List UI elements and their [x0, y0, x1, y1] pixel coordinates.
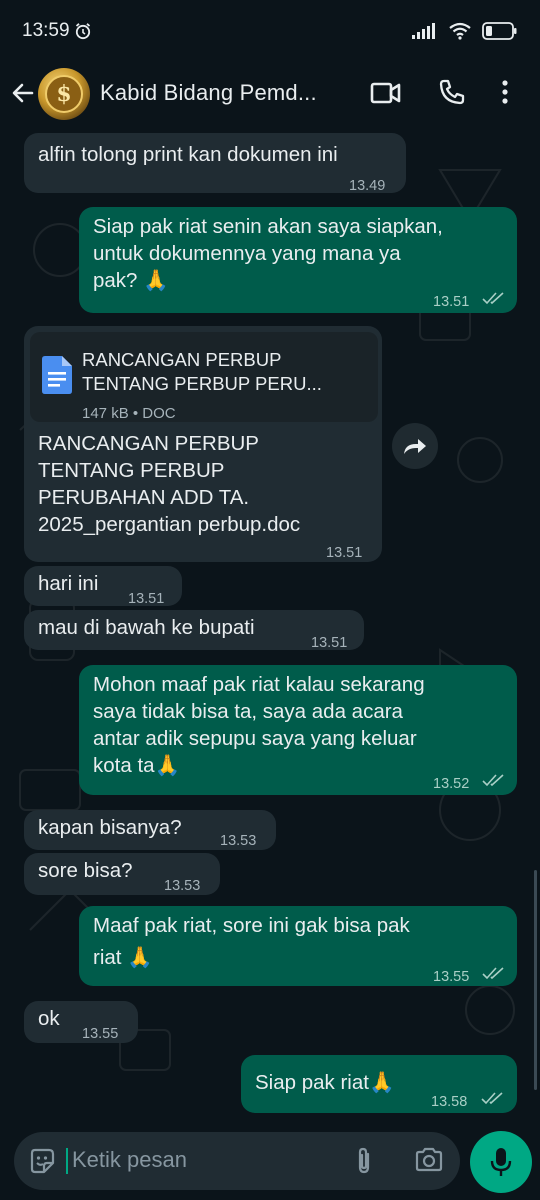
back-arrow-icon[interactable]	[10, 80, 36, 106]
message-bubble-incoming[interactable]: sore bisa? 13.53	[24, 853, 220, 895]
scrollbar[interactable]	[534, 870, 537, 1090]
message-time: 13.53	[220, 833, 257, 849]
message-text-line: Maaf pak riat, sore ini gak bisa pak	[93, 914, 410, 937]
camera-icon[interactable]	[414, 1147, 444, 1173]
document-caption-line: PERUBAHAN ADD TA.	[38, 486, 250, 509]
phone-icon[interactable]	[438, 78, 466, 106]
message-bubble-outgoing[interactable]: Siap pak riat🙏 13.58	[241, 1055, 517, 1113]
message-text: mau di bawah ke bupati	[38, 616, 255, 639]
compose-bar: Ketik pesan	[0, 1120, 540, 1200]
message-text-line: pak? 🙏	[93, 269, 169, 292]
message-input[interactable]: Ketik pesan	[14, 1132, 460, 1190]
message-text: ok	[38, 1007, 60, 1030]
message-text-line: Mohon maaf pak riat kalau sekarang	[93, 673, 425, 696]
message-time: 13.52	[433, 776, 470, 792]
double-check-icon	[482, 967, 504, 980]
signal-icon	[412, 23, 435, 39]
message-text-line: kota ta🙏	[93, 754, 181, 777]
alarm-icon	[75, 23, 91, 40]
document-caption-line: 2025_pergantian perbup.doc	[38, 513, 301, 536]
double-check-icon	[482, 774, 504, 787]
voice-message-button[interactable]	[470, 1131, 532, 1193]
document-icon	[42, 356, 72, 394]
battery-icon	[482, 22, 517, 40]
message-input-placeholder: Ketik pesan	[72, 1147, 187, 1172]
forward-button[interactable]	[392, 423, 438, 469]
message-time: 13.55	[82, 1026, 119, 1042]
status-bar: 13:59	[0, 0, 540, 62]
message-bubble-incoming[interactable]: ok 13.55	[24, 1001, 138, 1043]
document-title-line: TENTANG PERBUP PERU...	[82, 373, 322, 394]
message-text: kapan bisanya?	[38, 816, 182, 839]
more-options-icon[interactable]	[500, 78, 510, 106]
status-time: 13:59	[22, 20, 70, 41]
message-time: 13.55	[433, 969, 470, 985]
message-list[interactable]: alfin tolong print kan dokumen ini 13.49…	[0, 130, 540, 1120]
message-bubble-incoming[interactable]: mau di bawah ke bupati 13.51	[24, 610, 364, 651]
message-text-line: antar adik sepupu saya yang keluar	[93, 727, 417, 750]
contact-avatar[interactable]: $	[38, 68, 90, 120]
wifi-icon	[449, 22, 471, 40]
message-bubble-outgoing[interactable]: Mohon maaf pak riat kalau sekarang saya …	[79, 665, 517, 795]
document-title-line: RANCANGAN PERBUP	[82, 349, 282, 370]
message-bubble-incoming[interactable]: hari ini 13.51	[24, 566, 182, 607]
document-card[interactable]: RANCANGAN PERBUP TENTANG PERBUP PERU... …	[30, 332, 378, 422]
message-text: Siap pak riat🙏	[255, 1071, 395, 1094]
document-caption-line: TENTANG PERBUP	[38, 459, 225, 482]
message-time: 13.51	[311, 635, 348, 651]
message-text: alfin tolong print kan dokumen ini	[38, 143, 338, 166]
message-text: sore bisa?	[38, 859, 133, 882]
message-text-line: riat 🙏	[93, 946, 153, 969]
mic-icon	[490, 1148, 512, 1176]
message-bubble-incoming[interactable]: alfin tolong print kan dokumen ini 13.49	[24, 133, 406, 194]
contact-name[interactable]: Kabid Bidang Pemd...	[100, 80, 317, 106]
message-time: 13.58	[431, 1094, 468, 1110]
message-time: 13.51	[433, 294, 470, 310]
double-check-icon	[481, 1092, 503, 1105]
message-text-line: Siap pak riat senin akan saya siapkan,	[93, 215, 443, 238]
message-bubble-outgoing[interactable]: Siap pak riat senin akan saya siapkan, u…	[79, 207, 517, 313]
video-call-icon[interactable]	[370, 80, 402, 106]
message-time: 13.53	[164, 878, 201, 894]
emoji-icon[interactable]	[28, 1147, 56, 1175]
message-text-line: saya tidak bisa ta, saya ada acara	[93, 700, 403, 723]
message-text: hari ini	[38, 572, 99, 595]
message-time: 13.49	[349, 178, 386, 194]
message-bubble-incoming[interactable]: kapan bisanya? 13.53	[24, 810, 276, 850]
message-text-line: untuk dokumennya yang mana ya	[93, 242, 401, 265]
message-bubble-outgoing[interactable]: Maaf pak riat, sore ini gak bisa pak ria…	[79, 906, 517, 986]
double-check-icon	[482, 292, 504, 305]
document-caption-line: RANCANGAN PERBUP	[38, 432, 259, 455]
avatar-emblem: $	[45, 75, 83, 113]
chat-header: $ Kabid Bidang Pemd...	[0, 62, 540, 130]
message-time: 13.51	[326, 545, 363, 561]
message-time: 13.51	[128, 591, 165, 607]
forward-icon	[404, 439, 426, 454]
document-message-bubble[interactable]: RANCANGAN PERBUP TENTANG PERBUP PERU... …	[24, 326, 382, 562]
attach-icon[interactable]	[352, 1146, 376, 1176]
text-cursor	[66, 1148, 68, 1174]
document-meta: 147 kB • DOC	[82, 405, 176, 422]
